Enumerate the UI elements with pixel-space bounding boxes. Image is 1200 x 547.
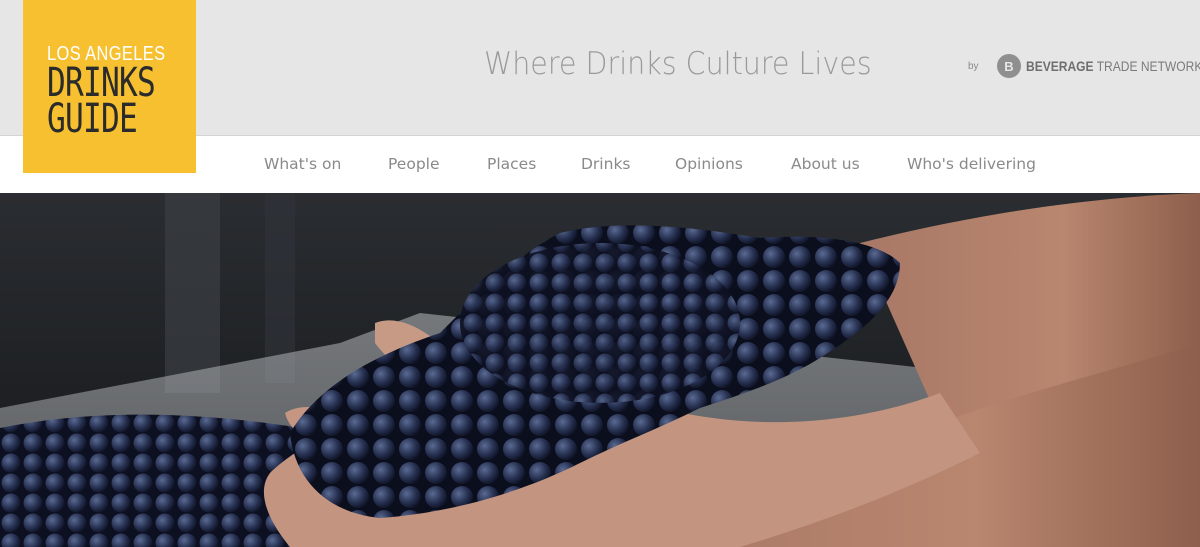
nav-item-whos-delivering[interactable]: Who's delivering [907, 155, 1036, 173]
logo-line-3: GUIDE [47, 95, 138, 142]
nav-item-drinks[interactable]: Drinks [581, 155, 675, 173]
partner-logo[interactable]: B BEVERAGE TRADE NETWORK [997, 54, 1200, 78]
grapes-hand-photo [0, 193, 1200, 547]
btn-shield-icon: B [997, 54, 1021, 78]
nav-item-places[interactable]: Places [487, 155, 581, 173]
partner-name: BEVERAGE TRADE NETWORK [1026, 58, 1200, 74]
main-nav: What's on People Places Drinks Opinions … [264, 155, 1036, 173]
site-logo[interactable]: LOS ANGELES DRINKS GUIDE [23, 0, 196, 173]
partner-name-bold: BEVERAGE [1026, 58, 1094, 74]
by-label: by [968, 61, 979, 72]
nav-item-about-us[interactable]: About us [791, 155, 907, 173]
nav-item-opinions[interactable]: Opinions [675, 155, 791, 173]
nav-item-whats-on[interactable]: What's on [264, 155, 388, 173]
site-tagline: Where Drinks Culture Lives [484, 46, 872, 82]
nav-item-people[interactable]: People [388, 155, 487, 173]
partner-name-rest: TRADE NETWORK [1093, 58, 1200, 74]
hero-image [0, 193, 1200, 547]
